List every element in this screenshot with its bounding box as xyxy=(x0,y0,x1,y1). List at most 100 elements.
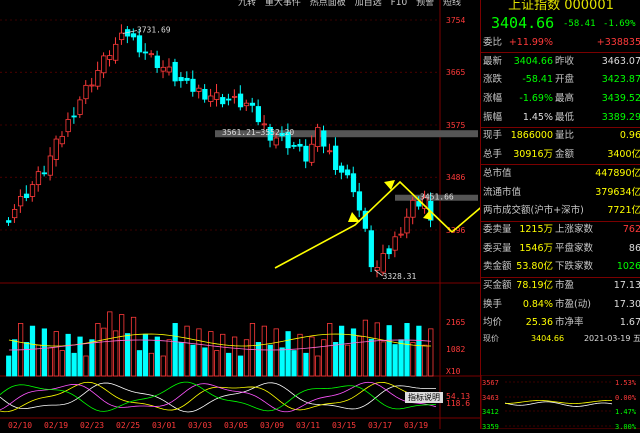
volume-bar xyxy=(309,336,315,377)
volume-bar xyxy=(148,352,155,377)
quote-row: 涨幅 -1.69% 最高 3439.52 xyxy=(481,90,640,109)
volume-bar xyxy=(190,344,196,377)
quote-row: 涨跌 -58.41 开盘 3423.87 xyxy=(481,71,640,90)
quote-rows: 委比 +11.99% +338835 最新 3404.66 昨收 3463.07 涨跌 -58.… xyxy=(481,34,640,343)
date-axis-label: 03/19 xyxy=(404,421,428,429)
toolbar-item-events[interactable]: 重大事件 xyxy=(265,0,301,8)
volume-bar xyxy=(196,328,202,377)
candle-body xyxy=(410,199,416,218)
candle-body xyxy=(368,230,374,268)
quote-change: -58.41 xyxy=(563,19,596,29)
quote-row-label: 委比 xyxy=(483,37,503,48)
volume-bar xyxy=(29,325,36,377)
chart-toolbar: 九转 重大事件 热点面板 加自选 F10 预警 短线 xyxy=(238,0,467,8)
volume-bar xyxy=(344,344,351,377)
volume-bar xyxy=(47,347,53,377)
toolbar-item-watchlist[interactable]: 加自选 xyxy=(355,0,382,8)
quote-row-label: 两市成交额(沪市+深市) xyxy=(483,205,584,217)
volume-bar xyxy=(172,323,178,377)
quote-row-value: 3404.66 xyxy=(513,55,553,67)
volume-bar xyxy=(386,325,392,377)
candle-body xyxy=(148,53,155,56)
volume-bar xyxy=(333,342,339,377)
quote-row: 委卖量 1215万 上涨家数 762 xyxy=(481,221,640,240)
quote-row: 流通市值 379634亿 xyxy=(481,184,640,203)
quote-row-label-2: 上涨家数 xyxy=(555,223,594,235)
candle-body xyxy=(142,51,149,54)
volume-bar xyxy=(35,344,42,377)
stock-terminal: 3754 3665 3575 3486 3396 3731.69 3328.31 3561.2… xyxy=(0,0,640,431)
toolbar-item-alert[interactable]: 预警 xyxy=(416,0,434,8)
volume-axis-label: X10 xyxy=(446,367,461,376)
quote-row: 总市值 447890亿 xyxy=(481,165,640,184)
volume-bar xyxy=(368,338,374,377)
quote-row-value-2: 3463.07 xyxy=(601,55,640,67)
volume-bar xyxy=(404,323,410,377)
quote-row-label: 总市值 xyxy=(483,167,512,179)
quote-row: 现手 1866000 量比 0.96 xyxy=(481,127,640,146)
candle-body xyxy=(404,216,410,234)
quote-row-value-2: 0.96 xyxy=(619,130,640,142)
date-axis-label: 03/03 xyxy=(188,421,212,429)
volume-bar xyxy=(136,350,143,377)
price-axis-label: 3754 xyxy=(446,16,465,25)
candle-body xyxy=(380,253,386,273)
quote-row-value: -58.41 xyxy=(522,74,553,86)
candle-body xyxy=(17,196,24,207)
mini-left-label: 3567 xyxy=(482,379,499,387)
toolbar-item-shortline[interactable]: 短线 xyxy=(443,0,461,8)
toolbar-item-f10[interactable]: F10 xyxy=(391,0,408,8)
quote-row: 振幅 1.45% 最低 3389.29 xyxy=(481,109,640,128)
quote-row-value-2: 447890亿 xyxy=(595,167,640,179)
toolbar-item-jiuzhuan[interactable]: 九转 xyxy=(238,0,256,8)
quote-row: 换手 0.84% 市盈(动) 17.30 xyxy=(481,296,640,315)
volume-bar xyxy=(89,339,95,377)
quote-row-value-2: 3389.29 xyxy=(601,111,640,123)
volume-bar xyxy=(53,331,59,377)
volume-bar xyxy=(77,336,83,377)
quote-row-value: 3404.66 xyxy=(531,334,565,343)
price-axis-label: 3486 xyxy=(446,173,465,182)
volume-bar xyxy=(95,323,101,377)
quote-row-label-2: 量比 xyxy=(555,130,575,142)
kline-chart-area[interactable]: 3754 3665 3575 3486 3396 3731.69 3328.31 3561.2… xyxy=(0,0,480,429)
quote-row-label-2: 最高 xyxy=(555,93,575,105)
quote-row-label: 涨跌 xyxy=(483,74,503,86)
volume-bar xyxy=(327,323,333,377)
quote-row-value-2: 17.13 xyxy=(613,279,640,291)
candle-body xyxy=(297,143,303,147)
date-axis-label: 02/23 xyxy=(80,421,104,429)
volume-bar xyxy=(41,328,48,377)
volume-bar xyxy=(380,341,386,377)
price-axis-label: 3665 xyxy=(446,68,465,77)
intraday-mini-chart[interactable]: 3567 3463 3412 3359 1.53% 0.00% 1.47% 3.00% xyxy=(480,374,640,431)
toolbar-item-hot[interactable]: 热点面板 xyxy=(310,0,346,8)
quote-row-label: 卖金额 xyxy=(483,261,512,273)
quote-row-label-2: 市盈 xyxy=(555,279,575,291)
candle-body xyxy=(333,145,339,170)
candle-body xyxy=(77,99,83,115)
price-axis-label: 3396 xyxy=(446,226,465,235)
candle-body xyxy=(6,220,12,223)
candle-body xyxy=(41,172,48,175)
volume-bar xyxy=(220,333,226,377)
quote-row-partial: 现价 3404.66 2021-03-19 五 xyxy=(481,333,640,343)
volume-bar xyxy=(392,344,398,377)
last-price-label: 3451.66 xyxy=(420,193,454,202)
date-axis-label: 03/05 xyxy=(224,421,248,429)
quote-row-label: 委卖量 xyxy=(483,223,512,235)
quote-row-value-2: 7721亿 xyxy=(607,205,640,217)
quote-row-value: 1866000 xyxy=(510,130,553,142)
kline-chart[interactable]: 3754 3665 3575 3486 3396 3731.69 3328.31 3561.2… xyxy=(0,0,480,429)
volume-bar xyxy=(350,328,357,377)
mini-right-label: 3.00% xyxy=(615,423,637,429)
indicator-help-button[interactable]: 指标说明 xyxy=(405,392,443,403)
candle-body xyxy=(261,123,267,126)
candle-body xyxy=(315,126,321,147)
volume-axis-label: 1082 xyxy=(446,345,465,354)
quote-row-label: 买金额 xyxy=(483,279,512,291)
quote-row-label-2: 金额 xyxy=(555,149,575,161)
volume-axis-label: 2165 xyxy=(446,318,465,327)
volume-bar xyxy=(422,344,428,377)
quote-row-date: 2021-03-19 五 xyxy=(583,334,640,343)
